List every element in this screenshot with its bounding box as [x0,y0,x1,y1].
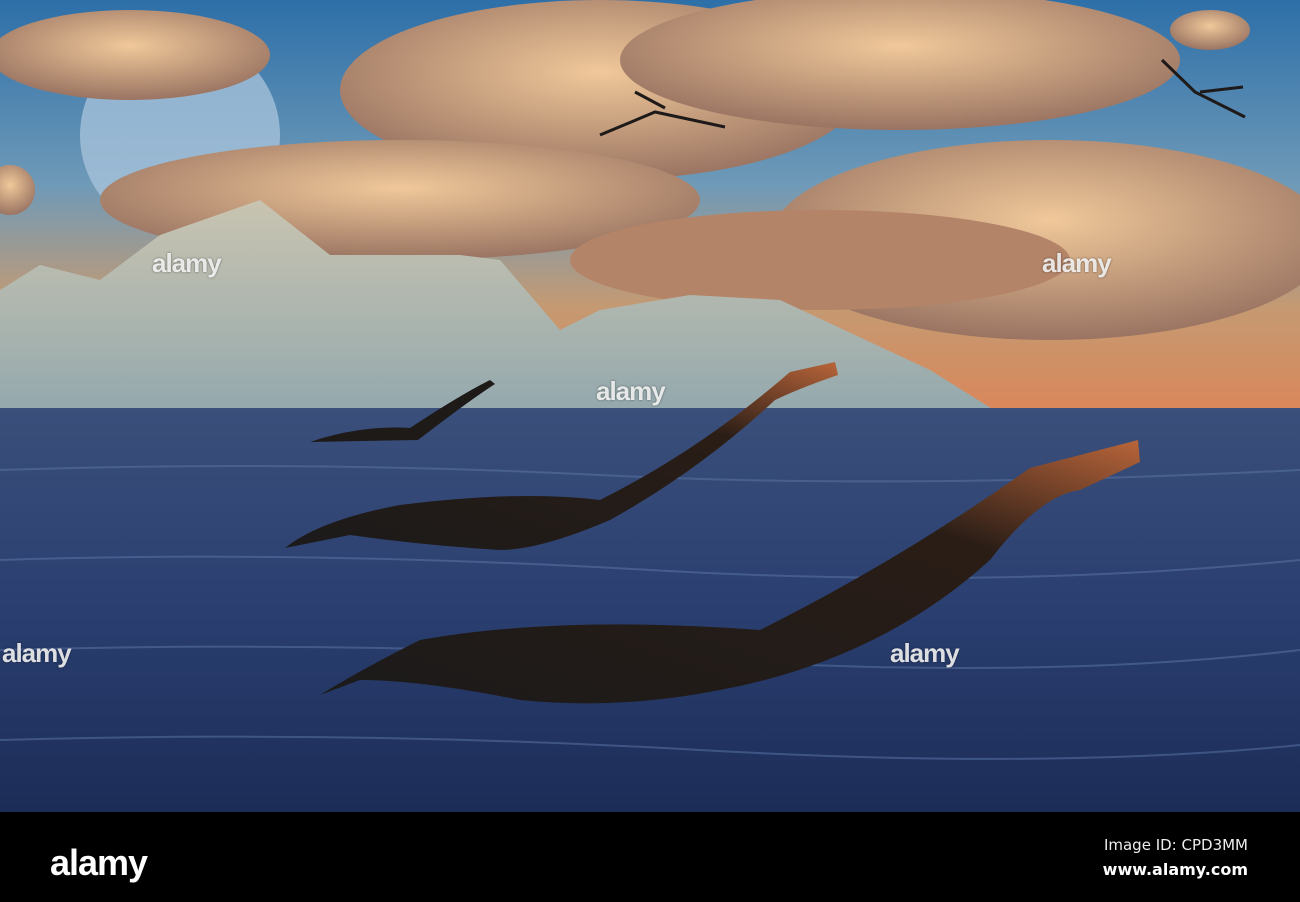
watermark: alamy [2,638,72,668]
watermark: alamy [152,248,222,278]
footer-bar: alamy Image ID: CPD3MM www.alamy.com [0,812,1300,902]
website-link[interactable]: www.alamy.com [1103,860,1248,879]
watermark: alamy [1042,248,1112,278]
watermark: alamy [890,638,960,668]
image-id: Image ID: CPD3MM [1103,836,1248,854]
alamy-logo: alamy [50,842,148,883]
watermark: alamy [596,376,666,406]
